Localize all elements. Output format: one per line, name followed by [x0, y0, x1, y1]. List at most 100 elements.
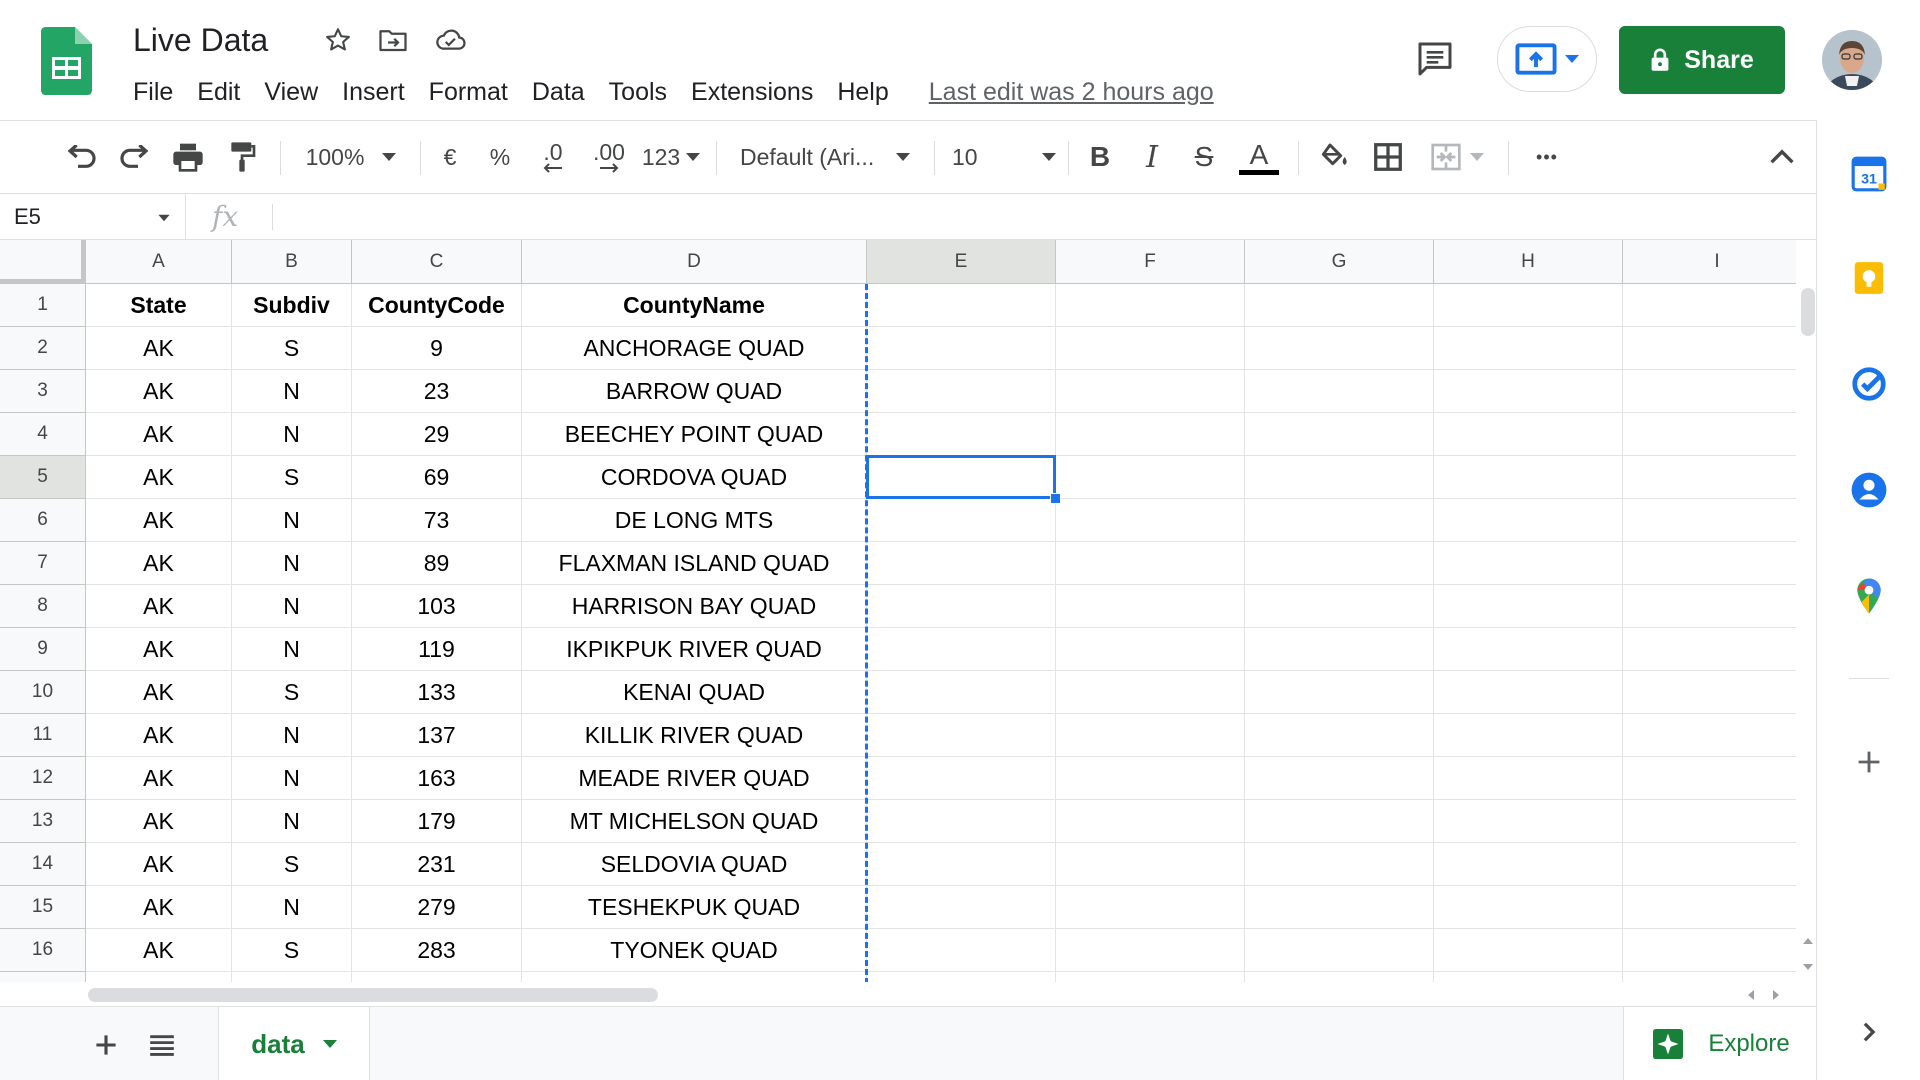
cell-b11[interactable]: N [232, 714, 352, 757]
cell-i9[interactable] [1623, 628, 1796, 671]
cell-f8[interactable] [1056, 585, 1245, 628]
font-size-select[interactable]: 10 [952, 135, 1056, 179]
cell-g1[interactable] [1245, 284, 1434, 327]
cell-e9[interactable] [867, 628, 1056, 671]
cell-c15[interactable]: 279 [352, 886, 522, 929]
row-header-9[interactable]: 9 [0, 628, 86, 671]
document-title[interactable]: Live Data [133, 22, 268, 59]
horizontal-scrollbar-thumb[interactable] [88, 988, 658, 1002]
cell-d1[interactable]: CountyName [522, 284, 867, 327]
column-header-i[interactable]: I [1623, 240, 1796, 284]
share-button[interactable]: Share [1619, 26, 1785, 94]
row-header-13[interactable]: 13 [0, 800, 86, 843]
cell-i3[interactable] [1623, 370, 1796, 413]
column-header-b[interactable]: B [232, 240, 352, 284]
show-side-panel-button[interactable] [1849, 1012, 1889, 1052]
row-header-3[interactable]: 3 [0, 370, 86, 413]
comment-history-button[interactable] [1410, 36, 1460, 82]
cell-i10[interactable] [1623, 671, 1796, 714]
cell-f12[interactable] [1056, 757, 1245, 800]
cell-f6[interactable] [1056, 499, 1245, 542]
row-header-10[interactable]: 10 [0, 671, 86, 714]
menu-format[interactable]: Format [417, 72, 520, 112]
cell-d4[interactable]: BEECHEY POINT QUAD [522, 413, 867, 456]
menu-extensions[interactable]: Extensions [679, 72, 825, 112]
menu-help[interactable]: Help [825, 72, 900, 112]
cell-a8[interactable]: AK [86, 585, 232, 628]
cell-i11[interactable] [1623, 714, 1796, 757]
cell-i1[interactable] [1623, 284, 1796, 327]
star-icon[interactable] [322, 24, 354, 56]
column-header-c[interactable]: C [352, 240, 522, 284]
cell-i4[interactable] [1623, 413, 1796, 456]
cell-e17[interactable] [867, 972, 1056, 982]
font-family-select[interactable]: Default (Ari... [740, 135, 918, 179]
hide-menus-button[interactable] [1760, 135, 1804, 179]
cell-e10[interactable] [867, 671, 1056, 714]
cell-a1[interactable]: State [86, 284, 232, 327]
cell-h10[interactable] [1434, 671, 1623, 714]
all-sheets-button[interactable] [140, 1023, 184, 1067]
row-header-15[interactable]: 15 [0, 886, 86, 929]
cell-i13[interactable] [1623, 800, 1796, 843]
cell-f15[interactable] [1056, 886, 1245, 929]
cell-f7[interactable] [1056, 542, 1245, 585]
cell-e14[interactable] [867, 843, 1056, 886]
cell-a11[interactable]: AK [86, 714, 232, 757]
fill-color-button[interactable] [1312, 135, 1356, 179]
cell-b7[interactable]: N [232, 542, 352, 585]
cell-d7[interactable]: FLAXMAN ISLAND QUAD [522, 542, 867, 585]
cell-c13[interactable]: 179 [352, 800, 522, 843]
cell-a4[interactable]: AK [86, 413, 232, 456]
cell-c9[interactable]: 119 [352, 628, 522, 671]
cell-a7[interactable]: AK [86, 542, 232, 585]
cloud-saved-icon[interactable] [434, 24, 466, 56]
cell-i14[interactable] [1623, 843, 1796, 886]
cell-h11[interactable] [1434, 714, 1623, 757]
column-header-a[interactable]: A [86, 240, 232, 284]
explore-button[interactable]: Explore [1623, 1007, 1816, 1080]
cell-c17[interactable] [352, 972, 522, 982]
italic-button[interactable]: I [1132, 135, 1172, 179]
cell-e4[interactable] [867, 413, 1056, 456]
cell-a12[interactable]: AK [86, 757, 232, 800]
cell-d9[interactable]: IKPIKPUK RIVER QUAD [522, 628, 867, 671]
column-header-e[interactable]: E [867, 240, 1056, 284]
bold-button[interactable]: B [1080, 135, 1120, 179]
strikethrough-button[interactable]: S [1184, 135, 1224, 179]
cell-a13[interactable]: AK [86, 800, 232, 843]
row-header-14[interactable]: 14 [0, 843, 86, 886]
cell-b12[interactable]: N [232, 757, 352, 800]
cell-b2[interactable]: S [232, 327, 352, 370]
cell-i8[interactable] [1623, 585, 1796, 628]
column-header-g[interactable]: G [1245, 240, 1434, 284]
cell-i12[interactable] [1623, 757, 1796, 800]
menu-edit[interactable]: Edit [185, 72, 252, 112]
cell-b6[interactable]: N [232, 499, 352, 542]
cell-i17[interactable] [1623, 972, 1796, 982]
cell-b8[interactable]: N [232, 585, 352, 628]
cell-h6[interactable] [1434, 499, 1623, 542]
cell-c2[interactable]: 9 [352, 327, 522, 370]
cell-e12[interactable] [867, 757, 1056, 800]
cell-e5[interactable] [867, 456, 1056, 499]
cell-c7[interactable]: 89 [352, 542, 522, 585]
cell-e3[interactable] [867, 370, 1056, 413]
fill-handle[interactable] [1050, 493, 1061, 504]
cell-i16[interactable] [1623, 929, 1796, 972]
maps-icon[interactable] [1849, 576, 1889, 616]
paint-format-button[interactable] [220, 135, 264, 179]
cell-g2[interactable] [1245, 327, 1434, 370]
cell-d11[interactable]: KILLIK RIVER QUAD [522, 714, 867, 757]
format-percent-button[interactable]: % [480, 135, 520, 179]
cell-e15[interactable] [867, 886, 1056, 929]
borders-button[interactable] [1366, 135, 1410, 179]
row-header-8[interactable]: 8 [0, 585, 86, 628]
cell-f17[interactable] [1056, 972, 1245, 982]
cell-g7[interactable] [1245, 542, 1434, 585]
row-header-2[interactable]: 2 [0, 327, 86, 370]
cell-h8[interactable] [1434, 585, 1623, 628]
get-add-ons-button[interactable] [1849, 742, 1889, 782]
menu-file[interactable]: File [121, 72, 185, 112]
cell-f1[interactable] [1056, 284, 1245, 327]
